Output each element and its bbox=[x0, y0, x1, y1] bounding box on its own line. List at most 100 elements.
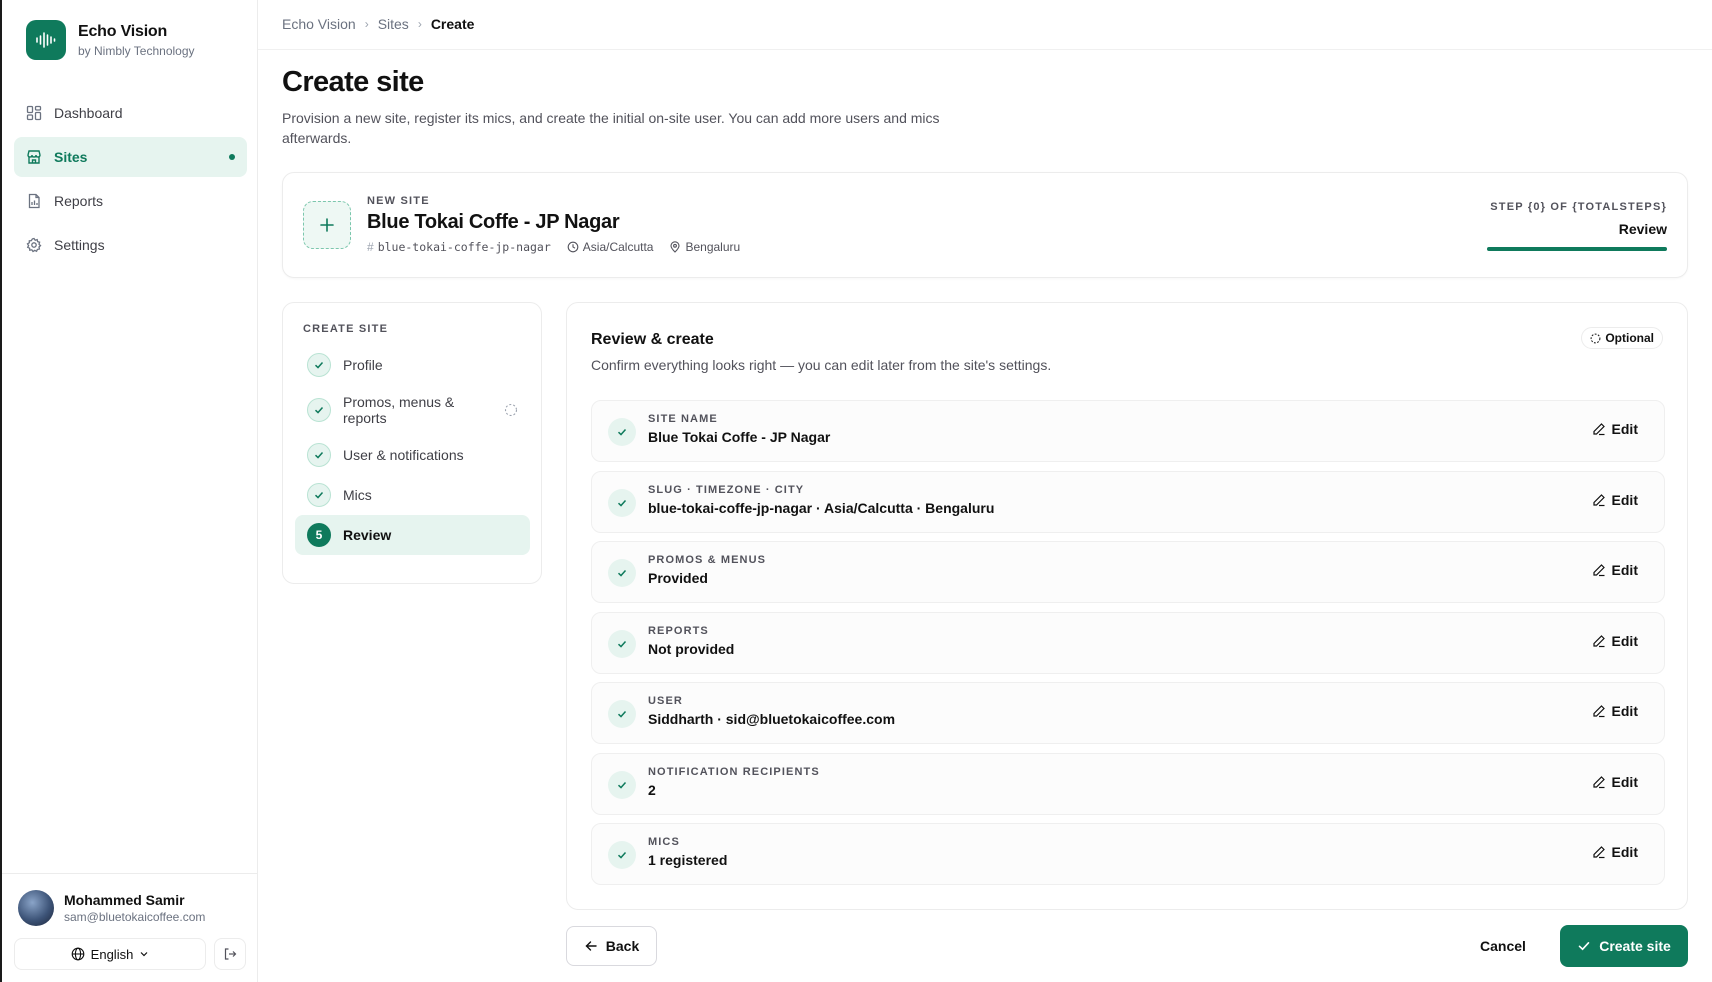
pencil-icon bbox=[1592, 423, 1605, 436]
pencil-icon bbox=[1592, 775, 1605, 788]
review-row-notification-recipients: NOTIFICATION RECIPIENTS 2 Edit bbox=[591, 752, 1665, 815]
check-icon bbox=[307, 353, 331, 377]
waveform-icon bbox=[26, 20, 66, 60]
optional-dashed-circle-icon bbox=[504, 403, 518, 417]
check-icon bbox=[608, 770, 636, 799]
step-item-review[interactable]: 5 Review bbox=[295, 515, 530, 555]
edit-promos-button[interactable]: Edit bbox=[1592, 562, 1638, 578]
current-user[interactable]: Mohammed Samir sam@bluetokaicoffee.com bbox=[18, 890, 258, 926]
review-description: Confirm everything looks right — you can… bbox=[591, 357, 1052, 373]
active-indicator-dot bbox=[229, 154, 235, 160]
step-label: Promos, menus & reports bbox=[343, 394, 455, 426]
breadcrumb-item-echo-vision[interactable]: Echo Vision bbox=[282, 16, 356, 32]
user-name: Mohammed Samir bbox=[64, 892, 185, 908]
user-panel: Mohammed Samir sam@bluetokaicoffee.com E… bbox=[2, 873, 258, 970]
edit-label: Edit bbox=[1611, 703, 1638, 719]
create-site-button[interactable]: Create site bbox=[1560, 925, 1688, 967]
step-label: Review bbox=[343, 527, 392, 543]
logout-button[interactable] bbox=[214, 938, 246, 970]
app-subtitle: by Nimbly Technology bbox=[78, 43, 195, 58]
progress-bar-fill bbox=[1487, 247, 1667, 251]
sidebar-item-label: Dashboard bbox=[54, 105, 123, 121]
review-title: Review & create bbox=[591, 331, 714, 348]
step-label: User & notifications bbox=[343, 447, 464, 463]
back-label: Back bbox=[605, 938, 640, 954]
pencil-icon bbox=[1592, 564, 1605, 577]
site-slug: blue-tokai-coffe-jp-nagar bbox=[377, 240, 551, 254]
site-name: Blue Tokai Coffe - JP Nagar bbox=[367, 211, 620, 233]
row-value: Siddharth · sid@bluetokaicoffee.com bbox=[648, 711, 896, 727]
row-value: Not provided bbox=[648, 640, 735, 657]
header-divider bbox=[258, 49, 1712, 50]
row-label: SITE NAME bbox=[648, 413, 718, 425]
sidebar-item-label: Settings bbox=[54, 237, 105, 253]
grid-icon bbox=[26, 105, 42, 121]
page-description: Provision a new site, register its mics,… bbox=[282, 110, 940, 146]
edit-user-button[interactable]: Edit bbox=[1592, 703, 1638, 719]
sidebar-item-sites[interactable]: Sites bbox=[14, 137, 247, 177]
pencil-icon bbox=[1592, 846, 1605, 859]
step-item-mics[interactable]: Mics bbox=[295, 475, 530, 515]
chevron-right-icon: › bbox=[364, 17, 369, 31]
edit-site-name-button[interactable]: Edit bbox=[1592, 421, 1638, 437]
edit-label: Edit bbox=[1611, 421, 1638, 437]
sidebar-nav: Dashboard Sites Reports Settings bbox=[14, 93, 247, 269]
main-content: Echo Vision › Sites › Create Create site… bbox=[258, 0, 1712, 982]
check-icon bbox=[608, 841, 636, 869]
globe-icon bbox=[71, 947, 85, 961]
user-email: sam@bluetokaicoffee.com bbox=[64, 910, 206, 924]
sidebar-item-reports[interactable]: Reports bbox=[14, 181, 247, 221]
site-eyebrow: NEW SITE bbox=[367, 195, 430, 207]
row-label: USER bbox=[648, 695, 683, 707]
step-label: Mics bbox=[343, 487, 372, 503]
review-row-user: USER Siddharth · sid@bluetokaicoffee.com… bbox=[591, 682, 1665, 744]
edit-mics-button[interactable]: Edit bbox=[1592, 844, 1638, 860]
language-select[interactable]: English bbox=[14, 938, 206, 970]
breadcrumb-item-sites[interactable]: Sites bbox=[378, 16, 409, 32]
row-label: PROMOS & MENUS bbox=[648, 554, 767, 566]
edit-label: Edit bbox=[1611, 844, 1638, 860]
progress-bar bbox=[1487, 247, 1667, 251]
brand[interactable]: Echo Vision by Nimbly Technology bbox=[26, 20, 195, 60]
sidebar-item-dashboard[interactable]: Dashboard bbox=[14, 93, 247, 133]
store-icon bbox=[27, 150, 41, 164]
cancel-button[interactable]: Cancel bbox=[1472, 926, 1534, 966]
plus-icon bbox=[303, 201, 351, 249]
row-label: NOTIFICATION RECIPIENTS bbox=[648, 765, 820, 778]
check-icon bbox=[608, 629, 636, 658]
step-item-user-notifications[interactable]: User & notifications bbox=[295, 435, 530, 475]
logout-icon bbox=[224, 948, 237, 960]
check-icon bbox=[608, 700, 636, 728]
file-icon bbox=[28, 193, 40, 209]
edit-reports-button[interactable]: Edit bbox=[1592, 633, 1638, 649]
edit-slug-button[interactable]: Edit bbox=[1592, 492, 1638, 508]
sidebar-item-settings[interactable]: Settings bbox=[14, 225, 247, 265]
review-rows: SITE NAME Blue Tokai Coffe - JP Nagar Ed… bbox=[591, 400, 1665, 894]
sidebar: Echo Vision by Nimbly Technology Dashboa… bbox=[2, 0, 258, 982]
review-row-site-name: SITE NAME Blue Tokai Coffe - JP Nagar Ed… bbox=[591, 400, 1665, 462]
site-timezone: Asia/Calcutta bbox=[582, 240, 654, 254]
step-item-profile[interactable]: Profile bbox=[295, 345, 530, 385]
arrow-left-icon bbox=[585, 941, 597, 951]
chevron-right-icon: › bbox=[417, 17, 422, 31]
site-city: Bengaluru bbox=[685, 240, 741, 254]
check-icon bbox=[1578, 942, 1590, 951]
review-row-promos-menus: PROMOS & MENUS Provided Edit bbox=[591, 541, 1665, 603]
row-value: 1 registered bbox=[648, 852, 728, 868]
row-value: 2 bbox=[648, 781, 656, 798]
back-button[interactable]: Back bbox=[566, 926, 657, 966]
steps-panel: CREATE SITE Profile Promos, menus & repo… bbox=[282, 302, 542, 584]
row-label: SLUG · TIMEZONE · CITY bbox=[648, 483, 805, 496]
step-number-badge: 5 bbox=[307, 523, 331, 547]
clock-icon bbox=[567, 241, 579, 253]
gear-icon bbox=[26, 237, 42, 253]
optional-badge: Optional bbox=[1581, 327, 1663, 349]
page-title: Create site bbox=[282, 66, 424, 98]
breadcrumb: Echo Vision › Sites › Create bbox=[282, 16, 474, 32]
edit-notifications-button[interactable]: Edit bbox=[1592, 774, 1638, 790]
edit-label: Edit bbox=[1611, 773, 1638, 790]
step-item-promos[interactable]: Promos, menus & reports bbox=[295, 385, 530, 435]
create-site-label: Create site bbox=[1599, 938, 1671, 954]
current-step-name: Review bbox=[1618, 221, 1667, 237]
check-icon bbox=[307, 443, 331, 467]
